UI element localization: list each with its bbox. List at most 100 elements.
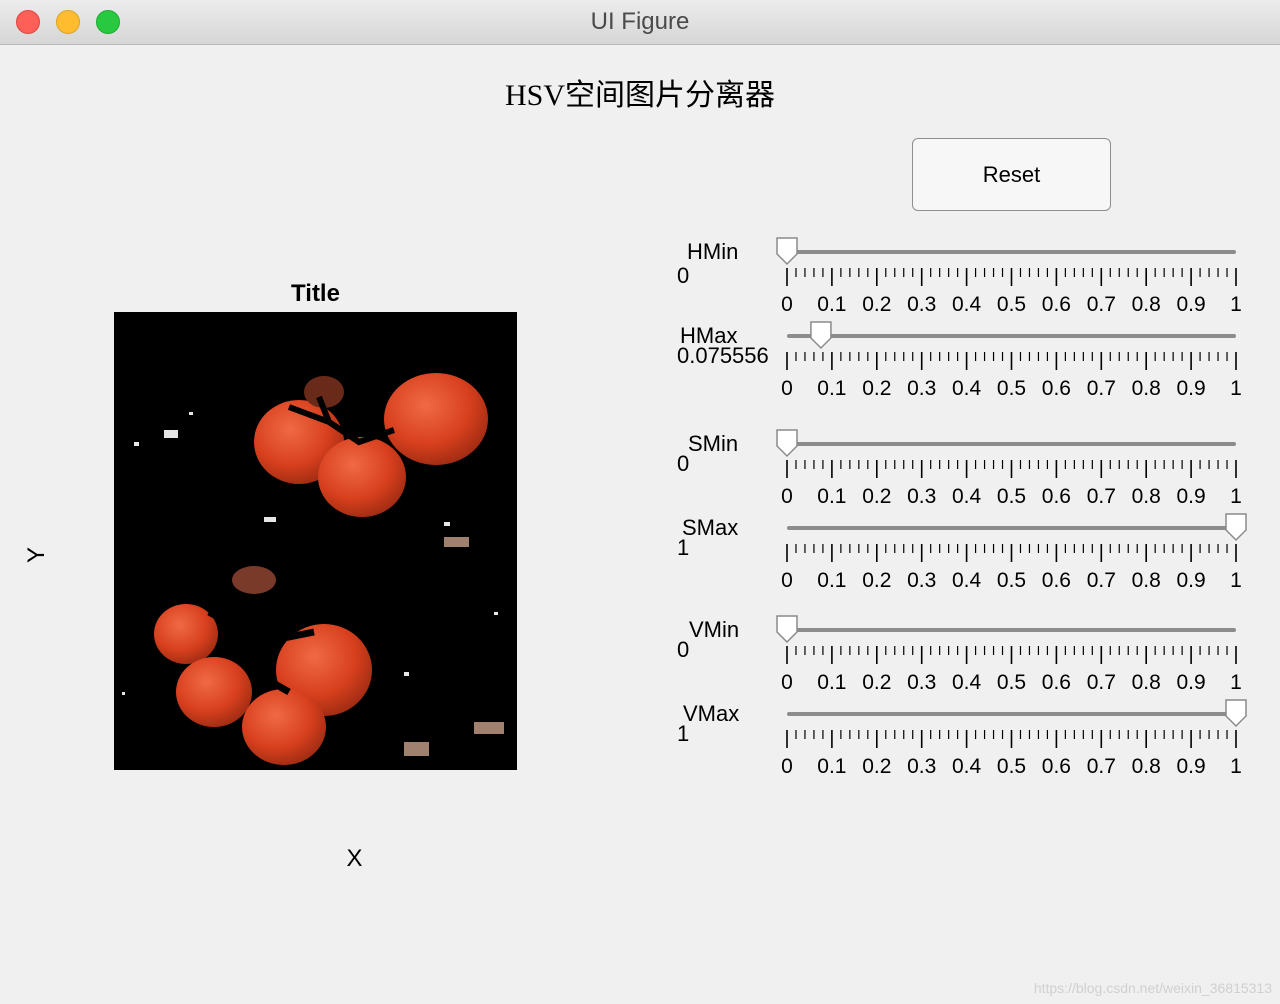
reset-button[interactable]: Reset (912, 138, 1111, 211)
tick-label: 0.4 (952, 485, 982, 508)
slider-track[interactable] (787, 442, 1236, 446)
tick-label: 0.1 (817, 755, 846, 778)
slider-value-smin: 0 (677, 451, 690, 476)
tick-label: 0.8 (1132, 485, 1161, 508)
y-axis-label: Y (23, 547, 50, 564)
tick-label: 0.6 (1042, 293, 1071, 316)
tick-label: 0.2 (862, 293, 891, 316)
slider-track[interactable] (787, 250, 1236, 254)
tick-label: 0 (781, 755, 793, 778)
slider-thumb[interactable] (776, 237, 798, 266)
tick-label: 0.3 (907, 293, 936, 316)
slider-label-vmax: VMax (683, 701, 740, 726)
tick-label: 0.1 (817, 671, 846, 694)
watermark: https://blog.csdn.net/weixin_36815313 (1033, 980, 1272, 996)
tick-label: 0.3 (907, 569, 936, 592)
tomato-image (114, 312, 517, 770)
slider-value-hmax: 0.075556 (677, 343, 769, 368)
slider-track[interactable] (787, 526, 1236, 530)
slider-thumb[interactable] (1225, 513, 1247, 542)
tick-label: 0.7 (1087, 671, 1116, 694)
tick-label: 0.6 (1042, 755, 1071, 778)
segmented-image (114, 312, 517, 770)
slider-vmax[interactable]: 0 0.1 0.2 0.3 0.4 0.5 0.6 0.7 0.8 0.9 1 (781, 699, 1247, 778)
tick-label: 0.8 (1132, 377, 1161, 400)
slider-smax[interactable]: 0 0.1 0.2 0.3 0.4 0.5 0.6 0.7 0.8 0.9 1 (781, 513, 1247, 592)
slider-track[interactable] (787, 712, 1236, 716)
tomato (176, 657, 252, 727)
tick-label: 1 (1230, 569, 1242, 592)
slider-label-smin: SMin (688, 431, 739, 456)
tick-label: 1 (1230, 671, 1242, 694)
tick-label: 0.5 (997, 293, 1026, 316)
tick-label: 0.5 (997, 377, 1026, 400)
tick-label: 0 (781, 293, 793, 316)
tick-label: 0.3 (907, 671, 936, 694)
tick-label: 1 (1230, 485, 1242, 508)
title-bar: UI Figure (0, 0, 1280, 45)
slider-value-smax: 1 (677, 535, 690, 560)
tick-label: 0.6 (1042, 671, 1071, 694)
tomato (154, 604, 218, 664)
tick-label: 0.8 (1132, 671, 1161, 694)
tick-label: 0 (781, 671, 793, 694)
tick-label: 0 (781, 377, 793, 400)
tick-label: 0.2 (862, 377, 891, 400)
x-axis-label: X (346, 845, 363, 872)
slider-thumb[interactable] (1225, 699, 1247, 728)
tick-label: 0.7 (1087, 377, 1116, 400)
slider-value-hmin: 0 (677, 263, 690, 288)
slider-value-vmin: 0 (677, 637, 690, 662)
tick-label: 0 (781, 485, 793, 508)
slider-track[interactable] (787, 334, 1236, 338)
tick-label: 0.4 (952, 377, 982, 400)
tick-label: 0.9 (1176, 569, 1205, 592)
tick-label: 0.3 (907, 377, 936, 400)
slider-label-hmin: HMin (687, 239, 739, 264)
slider-thumb[interactable] (776, 615, 798, 644)
tomato-shadow (232, 566, 276, 594)
tick-label: 0.2 (862, 671, 891, 694)
tick-label: 0.1 (817, 293, 846, 316)
tick-label: 0.4 (952, 671, 982, 694)
tick-label: 0 (781, 569, 793, 592)
slider-thumb[interactable] (810, 321, 832, 350)
slider-track[interactable] (787, 628, 1236, 632)
tick-label: 0.6 (1042, 569, 1071, 592)
ui-figure-window: UI Figure HSV空间图片分离器 Reset Title X Y HMi… (0, 0, 1280, 1004)
tick-label: 0.2 (862, 755, 891, 778)
tick-label: 0.3 (907, 755, 936, 778)
tick-label: 0.5 (997, 755, 1026, 778)
tick-label: 0.8 (1132, 569, 1161, 592)
tomato (242, 689, 326, 765)
slider-label-smax: SMax (682, 515, 739, 540)
tick-label: 0.1 (817, 377, 846, 400)
tick-label: 0.7 (1087, 569, 1116, 592)
tick-label: 0.9 (1176, 755, 1205, 778)
slider-hmin[interactable]: 0 0.1 0.2 0.3 0.4 0.5 0.6 0.7 0.8 0.9 1 (776, 237, 1242, 316)
slider-value-vmax: 1 (677, 721, 690, 746)
tick-label: 1 (1230, 293, 1242, 316)
tick-label: 0.1 (817, 569, 846, 592)
tick-label: 0.5 (997, 485, 1026, 508)
axes-title: Title (291, 280, 340, 307)
tick-label: 0.5 (997, 671, 1026, 694)
tick-label: 0.4 (952, 755, 982, 778)
tick-label: 1 (1230, 377, 1242, 400)
slider-label-vmin: VMin (689, 617, 740, 642)
tick-label: 0.9 (1176, 671, 1205, 694)
slider-smin[interactable]: 0 0.1 0.2 0.3 0.4 0.5 0.6 0.7 0.8 0.9 1 (776, 429, 1242, 508)
tick-label: 0.3 (907, 485, 936, 508)
tick-label: 0.6 (1042, 377, 1071, 400)
slider-thumb[interactable] (776, 429, 798, 458)
tick-label: 0.5 (997, 569, 1026, 592)
app-title: HSV空间图片分离器 (504, 79, 775, 112)
tick-label: 0.1 (817, 485, 846, 508)
tick-label: 1 (1230, 755, 1242, 778)
slider-vmin[interactable]: 0 0.1 0.2 0.3 0.4 0.5 0.6 0.7 0.8 0.9 1 (776, 615, 1242, 694)
tick-label: 0.7 (1087, 755, 1116, 778)
tomato (318, 437, 406, 517)
slider-hmax[interactable]: 0 0.1 0.2 0.3 0.4 0.5 0.6 0.7 0.8 0.9 1 (781, 321, 1242, 400)
window-title: UI Figure (590, 8, 690, 35)
tick-label: 0.7 (1087, 293, 1116, 316)
